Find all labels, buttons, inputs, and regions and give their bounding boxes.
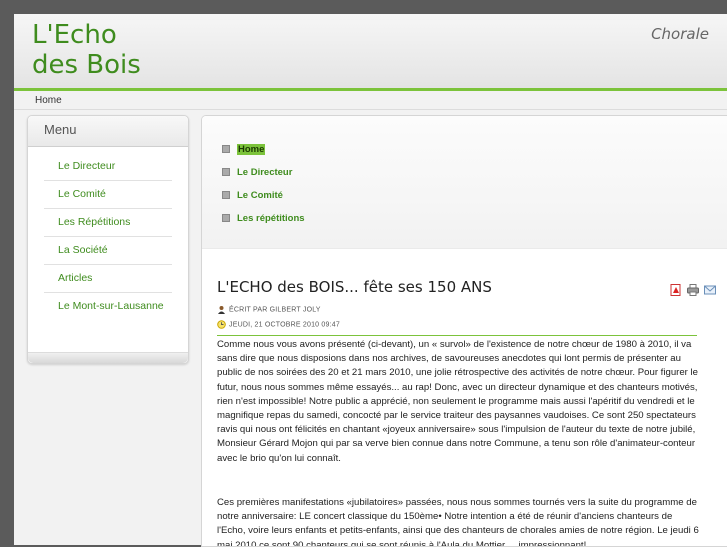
article-separator (217, 335, 697, 336)
nav-item-home[interactable]: Home (222, 144, 727, 167)
article-date: JEUDI, 21 OCTOBRE 2010 09:47 (217, 320, 340, 329)
author-text: ÉCRIT PAR GILBERT JOLY (229, 306, 321, 314)
sidebar-item-societe[interactable]: La Société (44, 237, 172, 265)
sidebar-title: Menu (28, 116, 188, 147)
sidebar-item-mont-sur-lausanne[interactable]: Le Mont-sur-Lausanne (44, 293, 172, 320)
sidebar-item-directeur[interactable]: Le Directeur (44, 153, 172, 181)
sidebar-item-articles[interactable]: Articles (44, 265, 172, 293)
sidebar-item-repetitions[interactable]: Les Répétitions (44, 209, 172, 237)
nav-label: Les répétitions (237, 213, 305, 224)
email-icon[interactable] (704, 281, 716, 295)
nav-label: Le Directeur (237, 167, 293, 178)
main-content: Home Le Directeur Le Comité Les répétiti… (201, 115, 727, 547)
clock-icon (217, 320, 226, 329)
date-text: JEUDI, 21 OCTOBRE 2010 09:47 (229, 321, 340, 329)
nav-item-repetitions[interactable]: Les répétitions (222, 213, 727, 236)
nav-label: Home (237, 144, 266, 155)
site-logo[interactable]: L'Echo des Bois (32, 20, 141, 80)
breadcrumb-divider (14, 109, 727, 110)
site-header: L'Echo des Bois Chorale (14, 14, 727, 91)
article-paragraph-2: Ces premières manifestations «jubilatoir… (217, 497, 699, 547)
bullet-icon (222, 145, 230, 154)
breadcrumb: Home (35, 95, 62, 106)
article-actions (670, 281, 716, 296)
nav-item-comite[interactable]: Le Comité (222, 190, 727, 213)
sidebar-item-comite[interactable]: Le Comité (44, 181, 172, 209)
sidebar-menu: Menu Le Directeur Le Comité Les Répétiti… (27, 115, 189, 364)
logo-line-2: des Bois (32, 50, 141, 80)
sidebar-list: Le Directeur Le Comité Les Répétitions L… (28, 153, 188, 320)
top-navigation: Home Le Directeur Le Comité Les répétiti… (202, 116, 727, 249)
bullet-icon (222, 191, 230, 200)
author-icon (217, 305, 226, 314)
page: L'Echo des Bois Chorale Home Menu Le Dir… (14, 14, 727, 547)
article-paragraph-1: Comme nous vous avons présenté (ci-devan… (217, 339, 699, 464)
print-icon[interactable] (687, 281, 699, 296)
bullet-icon (222, 214, 230, 223)
sidebar-footer (28, 352, 188, 363)
pdf-icon[interactable] (670, 281, 682, 296)
logo-line-1: L'Echo (32, 20, 117, 50)
article-title: L'ECHO des BOIS... fête ses 150 ANS (217, 278, 492, 296)
site-tagline: Chorale (651, 25, 709, 43)
nav-item-directeur[interactable]: Le Directeur (222, 167, 727, 190)
nav-label: Le Comité (237, 190, 283, 201)
bullet-icon (222, 168, 230, 177)
article-author: ÉCRIT PAR GILBERT JOLY (217, 305, 321, 314)
